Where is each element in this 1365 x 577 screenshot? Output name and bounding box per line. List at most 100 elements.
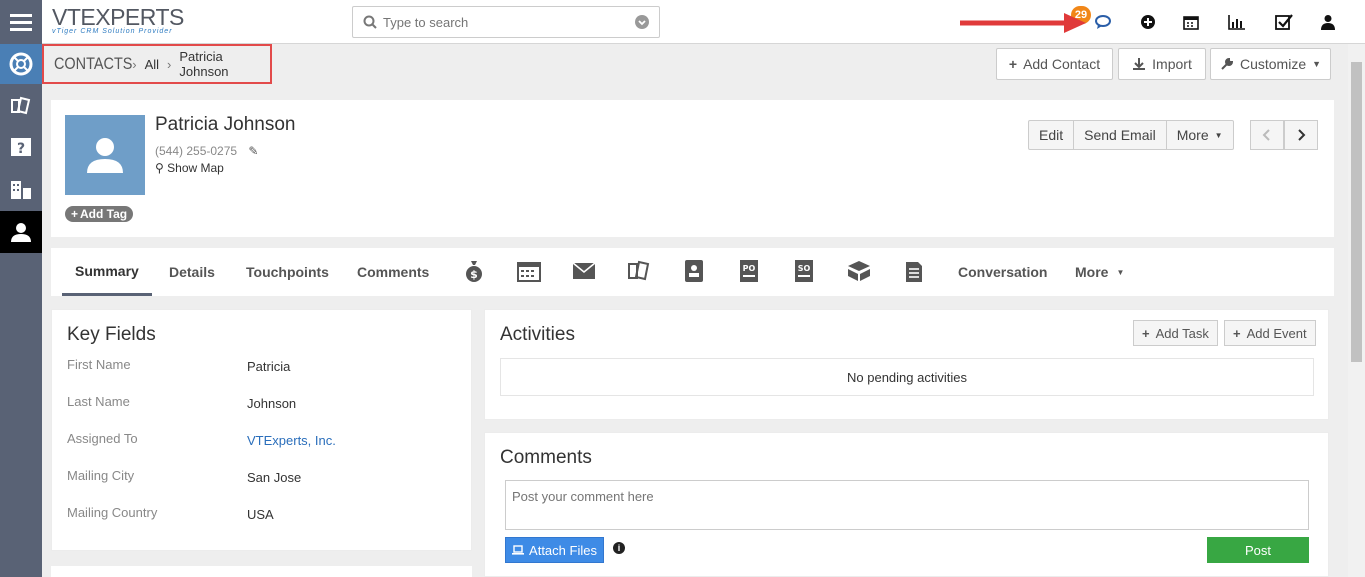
- comment-input[interactable]: [505, 480, 1309, 530]
- top-header: VTEXPERTS vTiger CRM Solution Provider: [42, 0, 1365, 44]
- company-logo[interactable]: VTEXPERTS vTiger CRM Solution Provider: [52, 4, 202, 40]
- field-value[interactable]: USA: [247, 507, 274, 522]
- record-actions: Edit Send Email More ▼: [1028, 120, 1234, 150]
- add-tag-button[interactable]: + Add Tag: [65, 206, 134, 222]
- avatar: [65, 115, 145, 195]
- calendar-grid-icon[interactable]: [516, 258, 542, 284]
- add-contact-button[interactable]: + Add Contact: [996, 48, 1113, 80]
- field-label: Last Name: [67, 394, 130, 409]
- add-tag-label: Add Tag: [80, 207, 128, 221]
- field-value[interactable]: Johnson: [247, 396, 296, 411]
- menu-icon[interactable]: [0, 2, 42, 42]
- contact-book-icon[interactable]: [681, 258, 707, 284]
- package-icon[interactable]: [846, 258, 872, 284]
- faq-icon[interactable]: ?: [0, 128, 42, 168]
- edit-button[interactable]: Edit: [1029, 121, 1075, 149]
- add-event-button[interactable]: + Add Event: [1224, 320, 1316, 346]
- plus-icon: +: [1233, 325, 1241, 341]
- map-marker-icon: ⚲: [155, 161, 164, 175]
- calendar-icon[interactable]: [1181, 12, 1201, 32]
- tickets-icon[interactable]: [626, 258, 652, 284]
- activities-panel: Activities + Add Task + Add Event No pen…: [484, 309, 1329, 420]
- breadcrumb-module[interactable]: CONTACTS: [54, 54, 132, 74]
- customize-label: Customize: [1239, 56, 1307, 72]
- breadcrumb-record: Patricia Johnson: [179, 49, 229, 79]
- import-label: Import: [1152, 56, 1192, 72]
- phone-value[interactable]: (544) 255-0275: [155, 144, 237, 158]
- key-fields-title: Key Fields: [67, 324, 156, 345]
- sales-order-icon[interactable]: SO: [791, 258, 817, 284]
- chevron-right-icon: ›: [132, 56, 137, 72]
- scrollbar-thumb[interactable]: [1351, 62, 1362, 362]
- caret-down-icon: ▼: [1312, 59, 1322, 69]
- field-label: Mailing Country: [67, 505, 158, 520]
- import-button[interactable]: Import: [1118, 48, 1206, 80]
- global-search[interactable]: [352, 6, 660, 38]
- caret-down-icon: ▼: [1116, 267, 1125, 277]
- attach-files-button[interactable]: Attach Files: [505, 537, 604, 563]
- more-label: More: [1176, 127, 1209, 143]
- breadcrumb: CONTACTS › All › Patricia Johnson: [42, 44, 272, 84]
- plus-icon: +: [1008, 56, 1018, 72]
- user-icon[interactable]: [1318, 12, 1338, 32]
- contacts-icon[interactable]: [0, 211, 42, 253]
- info-icon[interactable]: i: [613, 542, 625, 554]
- customize-button[interactable]: Customize ▼: [1210, 48, 1331, 80]
- add-contact-label: Add Contact: [1023, 56, 1101, 72]
- field-value[interactable]: Patricia: [247, 359, 290, 374]
- record-header: Patricia Johnson (544) 255-0275 ✎ ⚲ Show…: [51, 100, 1334, 237]
- field-label: First Name: [67, 357, 131, 372]
- svg-text:SO: SO: [798, 264, 811, 273]
- svg-text:?: ?: [17, 141, 25, 157]
- document-icon[interactable]: [901, 258, 927, 284]
- empty-activities-message: No pending activities: [500, 358, 1314, 396]
- add-event-label: Add Event: [1246, 325, 1307, 341]
- tickets-icon[interactable]: [0, 86, 42, 126]
- field-value[interactable]: San Jose: [247, 470, 301, 485]
- breadcrumb-row: CONTACTS › All › Patricia Johnson + Add …: [42, 44, 1365, 98]
- attach-files-label: Attach Files: [529, 542, 597, 558]
- tab-touchpoints[interactable]: Touchpoints: [246, 248, 329, 296]
- chevron-right-icon: ›: [167, 56, 172, 72]
- send-email-button[interactable]: Send Email: [1074, 121, 1167, 149]
- envelope-icon[interactable]: [571, 258, 597, 284]
- next-record-button[interactable]: [1284, 120, 1318, 150]
- tab-more[interactable]: More ▼: [1075, 248, 1124, 296]
- money-bag-icon[interactable]: $: [461, 258, 487, 284]
- chevron-right-icon: [1298, 129, 1306, 141]
- plus-icon: +: [1142, 325, 1150, 341]
- next-panel-edge: [51, 566, 472, 577]
- support-icon[interactable]: [0, 44, 42, 84]
- tab-comments[interactable]: Comments: [357, 248, 429, 296]
- svg-text:PO: PO: [743, 264, 756, 273]
- check-square-icon[interactable]: [1274, 12, 1294, 32]
- logo-text: VTEXPERTS: [52, 4, 184, 30]
- assigned-to-link[interactable]: VTExperts, Inc.: [247, 433, 336, 448]
- add-task-button[interactable]: + Add Task: [1133, 320, 1218, 346]
- pencil-icon[interactable]: ✎: [248, 144, 258, 158]
- caret-down-icon: ▼: [1214, 130, 1223, 140]
- comments-panel: Comments Attach Files i Post: [484, 432, 1329, 577]
- purchase-order-icon[interactable]: PO: [736, 258, 762, 284]
- bar-chart-icon[interactable]: [1227, 12, 1247, 32]
- activities-title: Activities: [500, 324, 575, 345]
- post-button[interactable]: Post: [1207, 537, 1309, 563]
- field-label: Assigned To: [67, 431, 138, 446]
- wrench-icon: [1221, 57, 1233, 70]
- plus-circle-icon[interactable]: [1138, 12, 1158, 32]
- tab-details[interactable]: Details: [169, 248, 215, 296]
- comments-icon[interactable]: [1094, 12, 1114, 32]
- show-map-link[interactable]: ⚲ Show Map: [155, 161, 224, 175]
- tab-more-label: More: [1075, 264, 1109, 280]
- tab-conversation[interactable]: Conversation: [958, 248, 1047, 296]
- laptop-icon: [512, 545, 525, 555]
- tab-summary[interactable]: Summary: [62, 248, 152, 296]
- breadcrumb-filter[interactable]: All: [145, 57, 159, 72]
- add-task-label: Add Task: [1155, 325, 1209, 341]
- search-input[interactable]: [383, 14, 633, 30]
- previous-record-button[interactable]: [1250, 120, 1284, 150]
- more-button[interactable]: More ▼: [1167, 121, 1233, 149]
- chevron-down-icon[interactable]: [635, 15, 649, 29]
- organizations-icon[interactable]: [0, 170, 42, 210]
- download-icon: [1133, 58, 1146, 70]
